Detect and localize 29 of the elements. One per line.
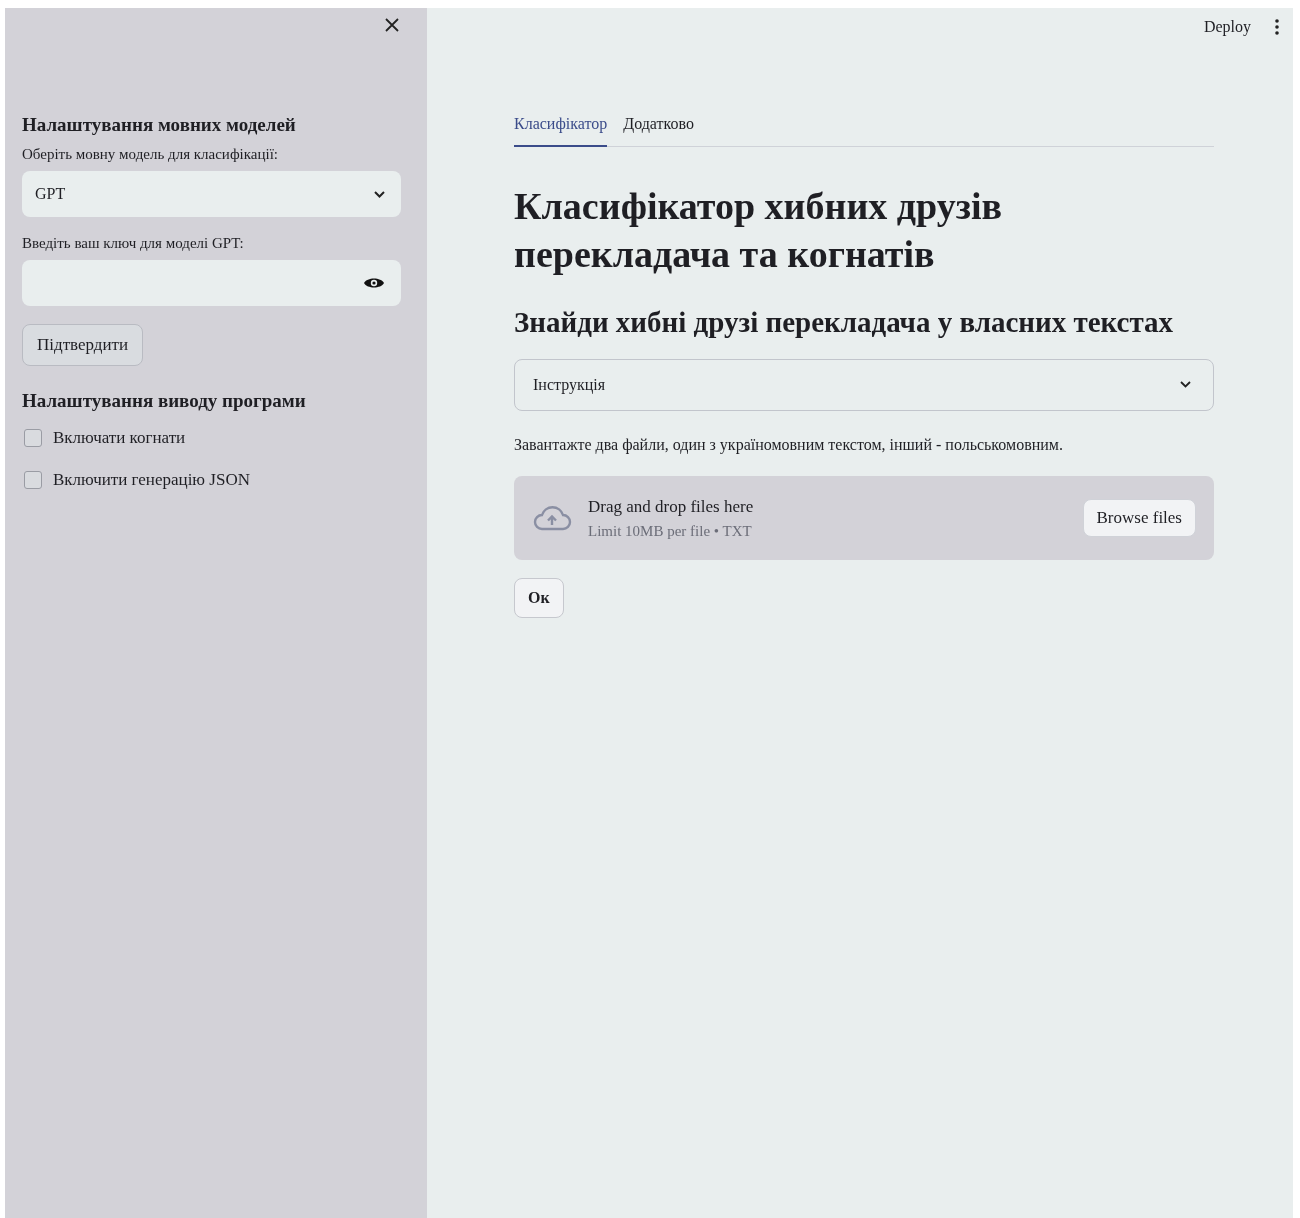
key-input-field[interactable] [22, 260, 401, 306]
chevron-down-icon [374, 190, 385, 198]
checkbox-label: Включити генерацію JSON [53, 470, 250, 490]
deploy-button[interactable]: Deploy [1203, 18, 1251, 36]
page-title: Класифікатор хибних друзів перекладача та когнатів [514, 184, 1003, 277]
checkbox[interactable] [24, 471, 42, 489]
section-heading: Налаштування мовних моделей [22, 114, 297, 136]
dropzone-hint: Limit 10MB per file • TXT [588, 522, 753, 540]
cloud-upload-icon [532, 504, 572, 532]
field-label: Введіть ваш ключ для моделі GPT: [22, 235, 245, 252]
instruction-expander[interactable]: Інструкція [514, 358, 1214, 411]
field-label: Оберіть мовну модель для класифікації: [22, 146, 280, 163]
eye-icon[interactable] [363, 276, 385, 290]
browse-files-button[interactable]: Browse files [1082, 499, 1196, 537]
confirm-button[interactable]: Підтвердити [22, 324, 144, 366]
more-menu-icon[interactable] [1275, 19, 1279, 35]
file-dropzone[interactable]: Drag and drop files here Limit 10MB per file • TXT Browse files [514, 476, 1214, 560]
ok-button[interactable]: Ок [514, 578, 564, 618]
model-select[interactable]: GPT [22, 171, 401, 217]
tab[interactable]: Класифікатор [514, 115, 608, 147]
instructions-text: Завантажте два файли, один з україномовним текстом, інший - польськомовним. [514, 434, 1064, 456]
chevron-icon [1180, 381, 1191, 389]
checkbox[interactable] [24, 429, 42, 447]
section-heading: Налаштування виводу програми [22, 390, 307, 412]
tab[interactable]: Додатково [623, 115, 694, 147]
checkbox-label: Включати когнати [53, 428, 186, 448]
close-icon[interactable] [385, 18, 399, 32]
dropzone-title: Drag and drop files here [588, 496, 755, 517]
page-subtitle: Знайди хибні друзі перекладача у власних текстах [514, 305, 1175, 340]
